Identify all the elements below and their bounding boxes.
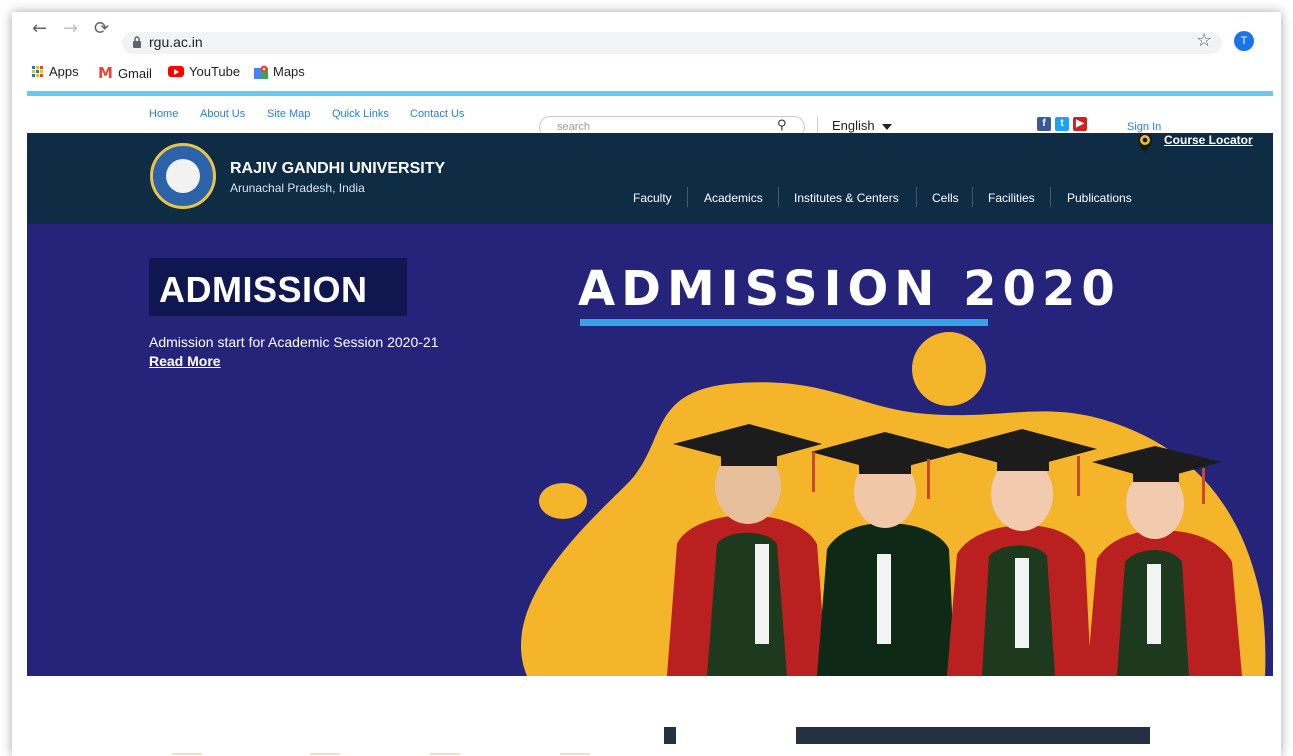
profile-avatar[interactable]: T <box>1234 31 1254 51</box>
university-logo[interactable] <box>150 143 216 209</box>
apps-grid-icon <box>32 65 44 78</box>
bookmark-youtube[interactable]: YouTube <box>168 64 240 79</box>
nav-separator <box>972 187 973 207</box>
browser-window: ← → ⟳ rgu.ac.in ☆ T Apps M Gmail YouTube… <box>12 12 1281 756</box>
location-pin-icon[interactable] <box>1137 132 1153 154</box>
nav-cells[interactable]: Cells <box>932 191 959 205</box>
link-site-map[interactable]: Site Map <box>267 108 310 120</box>
bookmark-label: YouTube <box>189 64 241 79</box>
caret-down-icon[interactable] <box>882 124 892 130</box>
youtube-social-icon[interactable]: ▶ <box>1073 117 1087 131</box>
nav-faculty[interactable]: Faculty <box>633 191 672 205</box>
twitter-icon[interactable]: t <box>1055 117 1069 131</box>
hero-banner: ADMISSION Admission start for Academic S… <box>27 224 1273 676</box>
lock-icon <box>133 36 141 48</box>
facebook-icon[interactable]: f <box>1037 117 1051 131</box>
bookmark-label: Maps <box>273 64 305 79</box>
nav-separator <box>916 187 917 207</box>
divider <box>310 753 340 755</box>
back-arrow-icon[interactable]: ← <box>32 19 47 39</box>
bookmark-label: Gmail <box>117 65 152 81</box>
course-locator-link[interactable]: Course Locator <box>1164 133 1253 147</box>
nav-institutes-centers[interactable]: Institutes & Centers <box>794 191 899 205</box>
youtube-icon <box>168 66 184 77</box>
university-name[interactable]: RAJIV GANDHI UNIVERSITY <box>230 160 445 178</box>
nav-separator <box>687 187 688 207</box>
content-section <box>27 676 1273 756</box>
section-tab-bar <box>796 727 1150 744</box>
nav-academics[interactable]: Academics <box>704 191 763 205</box>
section-tab-marker <box>664 727 676 744</box>
link-home[interactable]: Home <box>149 108 178 120</box>
divider <box>430 753 460 755</box>
reload-icon[interactable]: ⟳ <box>94 19 109 39</box>
bookmark-apps[interactable]: Apps <box>32 64 79 79</box>
forward-arrow-icon[interactable]: → <box>63 19 78 39</box>
url-text[interactable]: rgu.ac.in <box>149 34 203 50</box>
divider <box>172 753 202 755</box>
bookmark-star-icon[interactable]: ☆ <box>1196 30 1212 51</box>
yellow-dot <box>539 483 587 519</box>
address-bar[interactable] <box>122 32 1222 54</box>
bookmark-label: Apps <box>49 64 79 79</box>
nav-facilities[interactable]: Facilities <box>988 191 1035 205</box>
maps-icon <box>254 65 268 79</box>
hero-artwork <box>520 332 1266 676</box>
nav-separator <box>1050 187 1051 207</box>
link-quick-links[interactable]: Quick Links <box>332 108 389 120</box>
search-icon[interactable]: ⚲ <box>777 118 787 133</box>
nav-publications[interactable]: Publications <box>1067 191 1132 205</box>
nav-separator <box>778 187 779 207</box>
link-about-us[interactable]: About Us <box>200 108 245 120</box>
search-placeholder: search <box>557 121 591 133</box>
university-location: Arunachal Pradesh, India <box>230 181 365 195</box>
gmail-icon: M <box>98 64 113 82</box>
website: Home About Us Site Map Quick Links Conta… <box>27 91 1273 756</box>
link-contact-us[interactable]: Contact Us <box>410 108 464 120</box>
yellow-circle <box>912 332 986 406</box>
language-select[interactable]: English <box>832 118 875 133</box>
bookmark-maps[interactable]: Maps <box>254 64 305 79</box>
divider <box>560 753 590 755</box>
bookmark-gmail[interactable]: M Gmail <box>98 64 152 82</box>
